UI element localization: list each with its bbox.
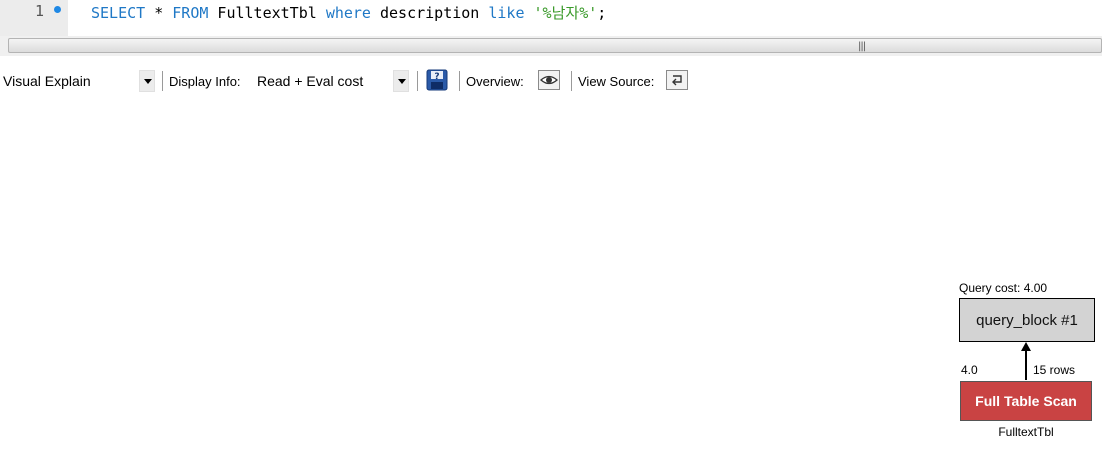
code-token-plain: * [145, 4, 173, 22]
explain-toolbar: Visual Explain Display Info: Read + Eval… [0, 64, 1102, 98]
code-token-keyword: like [488, 4, 525, 22]
editor-gutter: 1 [0, 0, 68, 36]
access-type-label: Full Table Scan [975, 393, 1077, 409]
query-block-node[interactable]: query_block #1 [959, 298, 1095, 342]
divider [0, 56, 1102, 64]
query-block-label: query_block #1 [976, 311, 1078, 329]
save-icon[interactable]: ? [426, 69, 448, 96]
table-name-label: FulltextTbl [998, 425, 1054, 439]
code-token-plain: FulltextTbl [208, 4, 326, 22]
display-info-select[interactable]: Read + Eval cost [257, 73, 363, 89]
view-source-label: View Source: [578, 74, 655, 89]
toolbar-separator [417, 71, 418, 91]
overview-label: Overview: [466, 74, 524, 89]
line-number: 1 [34, 2, 44, 20]
edge-rows-label: 15 rows [1033, 363, 1076, 377]
eye-icon[interactable] [538, 70, 560, 95]
toolbar-separator [162, 71, 163, 91]
sql-editor[interactable]: 1 SELECT * FROM FulltextTbl where descri… [0, 0, 1102, 36]
code-token-keyword: where [325, 4, 371, 22]
toolbar-separator [459, 71, 460, 91]
scrollbar-grip-icon: ||| [858, 41, 866, 52]
svg-text:?: ? [434, 72, 439, 82]
edge-line [1025, 348, 1027, 380]
code-token-string: '%남자%' [533, 4, 598, 22]
code-token-plain: ; [597, 4, 607, 22]
scrollbar-thumb[interactable]: ||| [8, 38, 1102, 53]
code-token-keyword: SELECT [91, 4, 146, 22]
view-select[interactable]: Visual Explain [3, 73, 91, 89]
editor-horizontal-scrollbar[interactable]: ||| [0, 36, 1102, 56]
query-cost-label: Query cost: 4.00 [959, 281, 1048, 295]
view-select-dropdown-button[interactable] [139, 70, 155, 92]
edge-cost-label: 4.0 [961, 363, 978, 377]
display-info-label: Display Info: [169, 74, 241, 89]
code-token-keyword: FROM [172, 4, 209, 22]
sql-code-line[interactable]: SELECT * FROM FulltextTbl where descript… [91, 2, 606, 23]
toolbar-separator [571, 71, 572, 91]
source-icon[interactable] [666, 70, 688, 95]
display-info-dropdown-button[interactable] [393, 70, 409, 92]
code-token-plain: description [370, 4, 489, 22]
statement-marker-icon [54, 6, 61, 13]
full-table-scan-node[interactable]: Full Table Scan [960, 381, 1092, 421]
